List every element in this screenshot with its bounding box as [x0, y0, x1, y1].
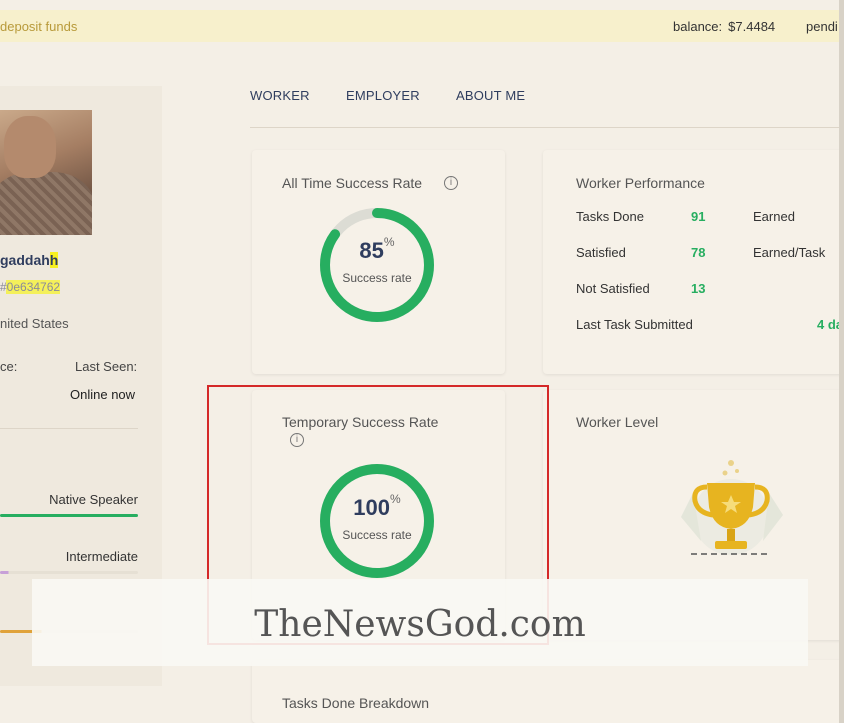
temporary-success-value: 100% [353, 491, 401, 520]
worker-performance-card: Worker Performance Tasks Done 91 Earned … [543, 150, 844, 374]
deposit-funds-link[interactable]: deposit funds [0, 19, 77, 34]
info-icon[interactable]: i [444, 176, 458, 190]
top-bar: deposit funds balance: $7.4484 pendi [0, 10, 844, 42]
tab-about-me[interactable]: ABOUT ME [456, 88, 525, 103]
watermark: TheNewsGod.com [32, 579, 808, 666]
user-id: #0e634762 [0, 280, 61, 294]
worker-performance-title: Worker Performance [576, 175, 705, 191]
tab-worker[interactable]: WORKER [250, 88, 310, 103]
language-level: Intermediate [65, 549, 138, 564]
satisfied-label: Satisfied [576, 245, 626, 260]
balance-value: $7.4484 [728, 19, 776, 34]
worker-level-title: Worker Level [576, 414, 659, 430]
temporary-success-ring [320, 464, 434, 578]
temporary-success-title: Temporary Success Rate [282, 414, 439, 430]
tasks-done-value: 91 [691, 209, 706, 224]
tab-employer[interactable]: EMPLOYER [346, 88, 420, 103]
tasks-breakdown-card: Tasks Done Breakdown [252, 660, 844, 723]
language-bar [0, 514, 138, 517]
ring-progress [320, 464, 434, 578]
user-country: nited States [0, 316, 69, 331]
satisfied-value: 78 [691, 245, 706, 260]
not-satisfied-value: 13 [691, 281, 706, 296]
member-since-label: ce: [0, 359, 18, 374]
balance-display: balance: $7.4484 [673, 19, 775, 34]
avatar-head-shape [4, 116, 56, 178]
all-time-success-card: All Time Success Rate i 85% Success rate [252, 150, 505, 374]
earned-label: Earned [753, 209, 795, 224]
all-time-success-title: All Time Success Rate [282, 175, 423, 191]
tabs-divider [250, 127, 844, 128]
tasks-breakdown-title: Tasks Done Breakdown [282, 695, 430, 711]
earned-per-task-label: Earned/Task [753, 245, 826, 260]
username: gaddahh [0, 252, 59, 268]
not-satisfied-label: Not Satisfied [576, 281, 650, 296]
avatar [0, 110, 92, 235]
pending-label: pendi [806, 19, 838, 34]
username-highlight: h [49, 252, 59, 268]
profile-divider [0, 428, 138, 429]
last-task-label: Last Task Submitted [576, 317, 693, 332]
temporary-success-label: Success rate [342, 528, 412, 542]
language-bar [0, 571, 138, 574]
last-seen-value: Online now [70, 387, 136, 402]
all-time-success-ring [320, 208, 434, 322]
language-row: Native Speaker [0, 492, 138, 517]
info-icon[interactable]: i [290, 433, 304, 447]
trophy-icon [681, 460, 783, 555]
window-edge [839, 0, 844, 723]
language-level: Native Speaker [49, 492, 138, 507]
all-time-success-label: Success rate [342, 271, 412, 285]
all-time-success-value: 85% [359, 234, 395, 263]
balance-label: balance: [673, 19, 723, 34]
avatar-body-shape [0, 172, 92, 235]
language-row: Intermediate [0, 549, 138, 574]
last-seen-label: Last Seen: [75, 359, 138, 374]
tasks-done-label: Tasks Done [576, 209, 644, 224]
